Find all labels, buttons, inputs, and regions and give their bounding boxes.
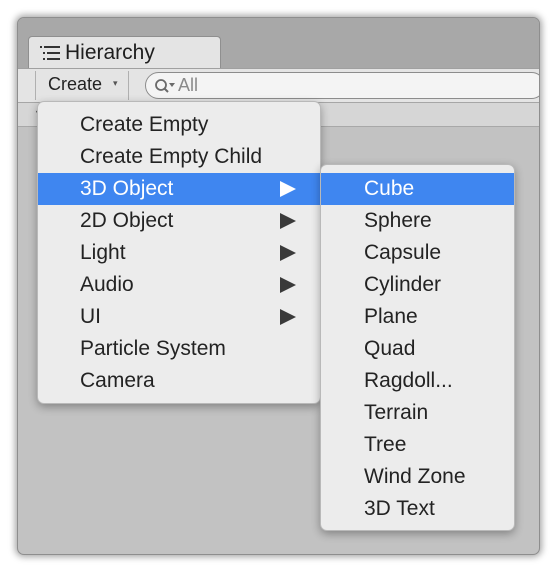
submenu-item-3d-text[interactable]: 3D Text: [321, 493, 514, 525]
submenu-item-capsule[interactable]: Capsule: [321, 237, 514, 269]
submenu-arrow-icon: [280, 245, 296, 261]
search-input[interactable]: [178, 74, 478, 96]
create-button[interactable]: Create ▾: [35, 71, 129, 100]
submenu-arrow-icon: [280, 277, 296, 293]
submenu-item-tree[interactable]: Tree: [321, 429, 514, 461]
submenu-item-terrain[interactable]: Terrain: [321, 397, 514, 429]
submenu-item-cylinder[interactable]: Cylinder: [321, 269, 514, 301]
submenu-item-quad[interactable]: Quad: [321, 333, 514, 365]
search-box[interactable]: [145, 72, 539, 99]
menu-item-ui[interactable]: UI: [38, 301, 320, 333]
3d-object-submenu: Cube Sphere Capsule Cylinder Plane Quad …: [320, 164, 515, 531]
menu-item-particle-system[interactable]: Particle System: [38, 333, 320, 365]
search-icon: [155, 79, 175, 93]
menu-item-audio[interactable]: Audio: [38, 269, 320, 301]
list-icon: [40, 46, 60, 60]
tab-title: Hierarchy: [65, 41, 155, 64]
tab-hierarchy[interactable]: Hierarchy: [28, 36, 221, 68]
menu-item-camera[interactable]: Camera: [38, 365, 320, 397]
tab-strip: Hierarchy: [18, 18, 539, 68]
menu-item-3d-object[interactable]: 3D Object: [38, 173, 320, 205]
menu-item-2d-object[interactable]: 2D Object: [38, 205, 320, 237]
submenu-item-plane[interactable]: Plane: [321, 301, 514, 333]
submenu-item-sphere[interactable]: Sphere: [321, 205, 514, 237]
menu-item-create-empty[interactable]: Create Empty: [38, 109, 320, 141]
submenu-item-cube[interactable]: Cube: [321, 173, 514, 205]
submenu-arrow-icon: [280, 181, 296, 197]
create-label: Create: [48, 74, 103, 94]
submenu-item-ragdoll[interactable]: Ragdoll...: [321, 365, 514, 397]
toolbar: Create ▾: [18, 68, 539, 103]
submenu-arrow-icon: [280, 309, 296, 325]
dropdown-arrow-icon: ▾: [113, 78, 118, 88]
menu-item-create-empty-child[interactable]: Create Empty Child: [38, 141, 320, 173]
submenu-arrow-icon: [280, 213, 296, 229]
menu-item-light[interactable]: Light: [38, 237, 320, 269]
submenu-item-wind-zone[interactable]: Wind Zone: [321, 461, 514, 493]
create-menu: Create Empty Create Empty Child 3D Objec…: [37, 101, 321, 404]
